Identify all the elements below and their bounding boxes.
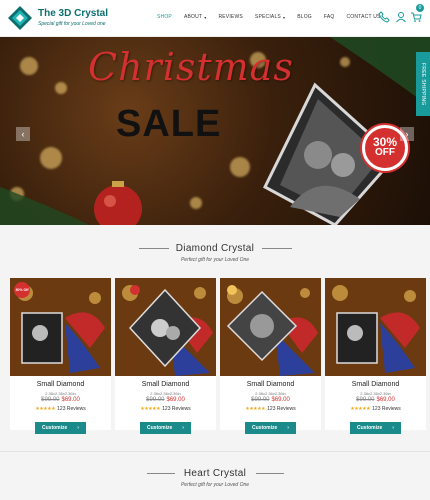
- chevron-down-icon: ▾: [204, 14, 207, 20]
- nav-about[interactable]: ABOUT ▾: [184, 14, 206, 20]
- product-price: $99.00 $69.00: [10, 397, 111, 403]
- nav-label: BLOG: [297, 14, 312, 20]
- old-price: $99.00: [356, 397, 375, 403]
- cart-icon[interactable]: [410, 11, 422, 23]
- old-price: $99.00: [146, 397, 165, 403]
- product-size: 2.36x2.36x2.36in: [255, 391, 286, 396]
- chevron-right-icon: ›: [182, 425, 184, 431]
- hero-subtitle: SALE: [116, 103, 222, 145]
- old-price: $99.00: [41, 397, 60, 403]
- product-name[interactable]: Small Diamond: [325, 381, 426, 388]
- star-rating-icon: ★★★★★: [35, 406, 56, 412]
- product-card[interactable]: 30% Off Small Diamond 2.36x2.36x2.36in $…: [10, 278, 111, 434]
- product-name[interactable]: Small Diamond: [220, 381, 321, 388]
- old-price: $99.00: [251, 397, 270, 403]
- nav-label: REVIEWS: [218, 14, 243, 20]
- hero-title: Christmas: [88, 45, 294, 89]
- title-rule: [262, 248, 292, 249]
- product-name[interactable]: Small Diamond: [115, 381, 216, 388]
- product-image[interactable]: [220, 278, 321, 376]
- section-title: Diamond Crystal: [175, 243, 255, 254]
- title-rule: [256, 473, 284, 474]
- chevron-right-icon: ›: [287, 425, 289, 431]
- product-size: 2.36x2.36x2.36in: [150, 391, 181, 396]
- nav-faq[interactable]: FAQ: [324, 14, 335, 20]
- button-label: Customize: [252, 425, 278, 431]
- sale-tag: 30% Off: [14, 282, 30, 298]
- nav-contact[interactable]: CONTACT US: [347, 14, 381, 20]
- product-price: $99.00 $69.00: [220, 397, 321, 403]
- carousel-next-button[interactable]: ›: [400, 127, 414, 141]
- review-count[interactable]: 123 Reviews: [267, 406, 296, 412]
- customize-button[interactable]: Customize ›: [245, 422, 296, 434]
- free-shipping-tab[interactable]: FREE SHIPPING: [416, 52, 430, 116]
- review-count[interactable]: 123 Reviews: [162, 406, 191, 412]
- customize-button[interactable]: Customize ›: [140, 422, 191, 434]
- section-subtitle: Perfect gift for your Loved One: [180, 482, 250, 488]
- page: The 3D Crystal Special gift for your Lov…: [0, 0, 430, 500]
- chevron-right-icon: ›: [77, 425, 79, 431]
- product-rating: ★★★★★ 123 Reviews: [325, 406, 426, 412]
- product-image[interactable]: [325, 278, 426, 376]
- new-price: $69.00: [61, 397, 80, 403]
- nav-blog[interactable]: BLOG: [297, 14, 312, 20]
- product-rating: ★★★★★ 123 Reviews: [10, 406, 111, 412]
- product-card[interactable]: Small Diamond 2.36x2.36x2.36in $99.00 $69…: [325, 278, 426, 434]
- nav-reviews[interactable]: REVIEWS: [218, 14, 242, 20]
- button-label: Customize: [42, 425, 68, 431]
- nav-specials[interactable]: SPECIALS ▾: [255, 14, 285, 20]
- new-price: $69.00: [376, 397, 395, 403]
- star-rating-icon: ★★★★★: [245, 406, 266, 412]
- star-rating-icon: ★★★★★: [350, 406, 371, 412]
- product-size: 2.36x2.36x2.36in: [360, 391, 391, 396]
- product-rating: ★★★★★ 123 Reviews: [115, 406, 216, 412]
- review-count[interactable]: 123 Reviews: [57, 406, 86, 412]
- product-price: $99.00 $69.00: [325, 397, 426, 403]
- nav-label: FAQ: [323, 14, 335, 20]
- nav-label: CONTACT US: [346, 14, 381, 20]
- logo-icon[interactable]: [7, 5, 33, 31]
- section-subtitle: Perfect gift for your Loved One: [180, 257, 250, 263]
- brand-name[interactable]: The 3D Crystal: [38, 8, 108, 19]
- hero-banner[interactable]: Christmas SALE 30% OFF ‹ ›: [0, 37, 430, 225]
- section-divider: [0, 451, 430, 452]
- product-image[interactable]: [115, 278, 216, 376]
- new-price: $69.00: [271, 397, 290, 403]
- customize-button[interactable]: Customize ›: [35, 422, 86, 434]
- brand-tagline: Special gift for your Loved one: [38, 21, 106, 27]
- nav-label: ABOUT: [183, 14, 203, 20]
- nav-shop[interactable]: SHOP: [157, 14, 172, 20]
- product-rating: ★★★★★ 123 Reviews: [220, 406, 321, 412]
- chevron-right-icon: ›: [392, 425, 394, 431]
- main-nav: SHOP ABOUT ▾ REVIEWS SPECIALS ▾ BLOG FAQ C…: [157, 14, 393, 20]
- nav-label: SHOP: [157, 14, 172, 20]
- user-icon[interactable]: [395, 11, 407, 23]
- button-label: Customize: [357, 425, 383, 431]
- product-size: 2.36x2.36x2.36in: [45, 391, 76, 396]
- badge-off: OFF: [375, 147, 395, 158]
- product-name[interactable]: Small Diamond: [10, 381, 111, 388]
- review-count[interactable]: 123 Reviews: [372, 406, 401, 412]
- carousel-prev-button[interactable]: ‹: [16, 127, 30, 141]
- product-price: $99.00 $69.00: [115, 397, 216, 403]
- section-title: Heart Crystal: [183, 468, 247, 479]
- product-card[interactable]: Small Diamond 2.36x2.36x2.36in $99.00 $69…: [115, 278, 216, 434]
- cart-count-badge: 0: [416, 4, 424, 12]
- product-card[interactable]: Small Diamond 2.36x2.36x2.36in $99.00 $69…: [220, 278, 321, 434]
- button-label: Customize: [147, 425, 173, 431]
- star-rating-icon: ★★★★★: [140, 406, 161, 412]
- chevron-down-icon: ▾: [282, 14, 286, 20]
- customize-button[interactable]: Customize ›: [350, 422, 401, 434]
- new-price: $69.00: [166, 397, 185, 403]
- phone-icon[interactable]: [378, 11, 390, 23]
- site-header: The 3D Crystal Special gift for your Lov…: [0, 0, 430, 37]
- nav-label: SPECIALS: [254, 14, 281, 20]
